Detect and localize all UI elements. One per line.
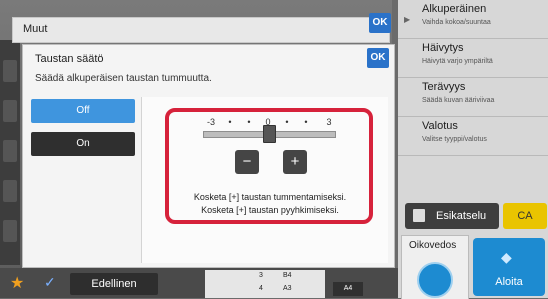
dialog-ok-button[interactable]: OK bbox=[367, 48, 389, 68]
setting-title: Valotus bbox=[422, 120, 458, 132]
setting-fade[interactable]: Häivytys Häivytä varjo ympäriltä bbox=[398, 39, 548, 78]
strip-item[interactable] bbox=[3, 140, 17, 162]
setting-title: Häivytys bbox=[422, 42, 464, 54]
preview-button[interactable]: Esikatselu bbox=[405, 203, 499, 229]
setting-sharpness[interactable]: Terävyys Säädä kuvan ääriviivaa bbox=[398, 78, 548, 117]
header-bar: Muut bbox=[12, 17, 390, 43]
proof-copy-start-icon[interactable] bbox=[417, 262, 453, 298]
strip-item[interactable] bbox=[3, 220, 17, 242]
previous-button[interactable]: Edellinen bbox=[70, 273, 158, 295]
setting-title: Alkuperäinen bbox=[422, 3, 487, 15]
paper-tray-indicator: 3 B4 4 A3 bbox=[205, 270, 325, 298]
tray-number: 3 bbox=[259, 272, 263, 279]
setting-subtitle: Säädä kuvan ääriviivaa bbox=[422, 97, 495, 104]
preview-label: Esikatselu bbox=[436, 210, 487, 222]
highlight-frame bbox=[165, 108, 373, 224]
start-label: Aloita bbox=[495, 276, 523, 288]
off-option-button[interactable]: Off bbox=[31, 99, 135, 123]
dialog-title: Taustan säätö bbox=[35, 53, 104, 65]
strip-item[interactable] bbox=[3, 100, 17, 122]
strip-item[interactable] bbox=[3, 60, 17, 82]
strip-item[interactable] bbox=[3, 180, 17, 202]
setting-subtitle: Valitse tyyppi/valotus bbox=[422, 136, 487, 143]
start-diamond-icon: ◆ bbox=[501, 249, 512, 265]
setting-exposure[interactable]: Valotus Valitse tyyppi/valotus bbox=[398, 117, 548, 156]
paper-size-badge: A4 bbox=[333, 282, 363, 296]
left-function-strip bbox=[0, 40, 20, 265]
dialog-subtitle: Säädä alkuperäisen taustan tummuutta. bbox=[35, 73, 212, 84]
start-button[interactable]: ◆ Aloita bbox=[473, 238, 545, 296]
on-option-button[interactable]: On bbox=[31, 132, 135, 156]
tray-number: 4 bbox=[259, 285, 263, 292]
header-title: Muut bbox=[23, 23, 48, 35]
preview-icon bbox=[413, 209, 425, 222]
favorite-star-icon[interactable]: ★ bbox=[10, 273, 24, 293]
tray-size: B4 bbox=[283, 272, 292, 279]
setting-subtitle: Häivytä varjo ympäriltä bbox=[422, 58, 493, 65]
setting-subtitle: Vaihda kokoa/suuntaa bbox=[422, 19, 491, 26]
tray-size: A3 bbox=[283, 285, 292, 292]
clear-all-button[interactable]: CA bbox=[503, 203, 547, 229]
proof-copy-label: Oikovedos bbox=[409, 240, 457, 251]
setting-title: Terävyys bbox=[422, 81, 466, 93]
header-ok-button[interactable]: OK bbox=[369, 13, 391, 33]
check-icon[interactable]: ✓ bbox=[44, 274, 56, 291]
expand-arrow-icon[interactable]: ▶ bbox=[404, 15, 410, 24]
setting-original[interactable]: Alkuperäinen Vaihda kokoa/suuntaa bbox=[398, 0, 548, 39]
